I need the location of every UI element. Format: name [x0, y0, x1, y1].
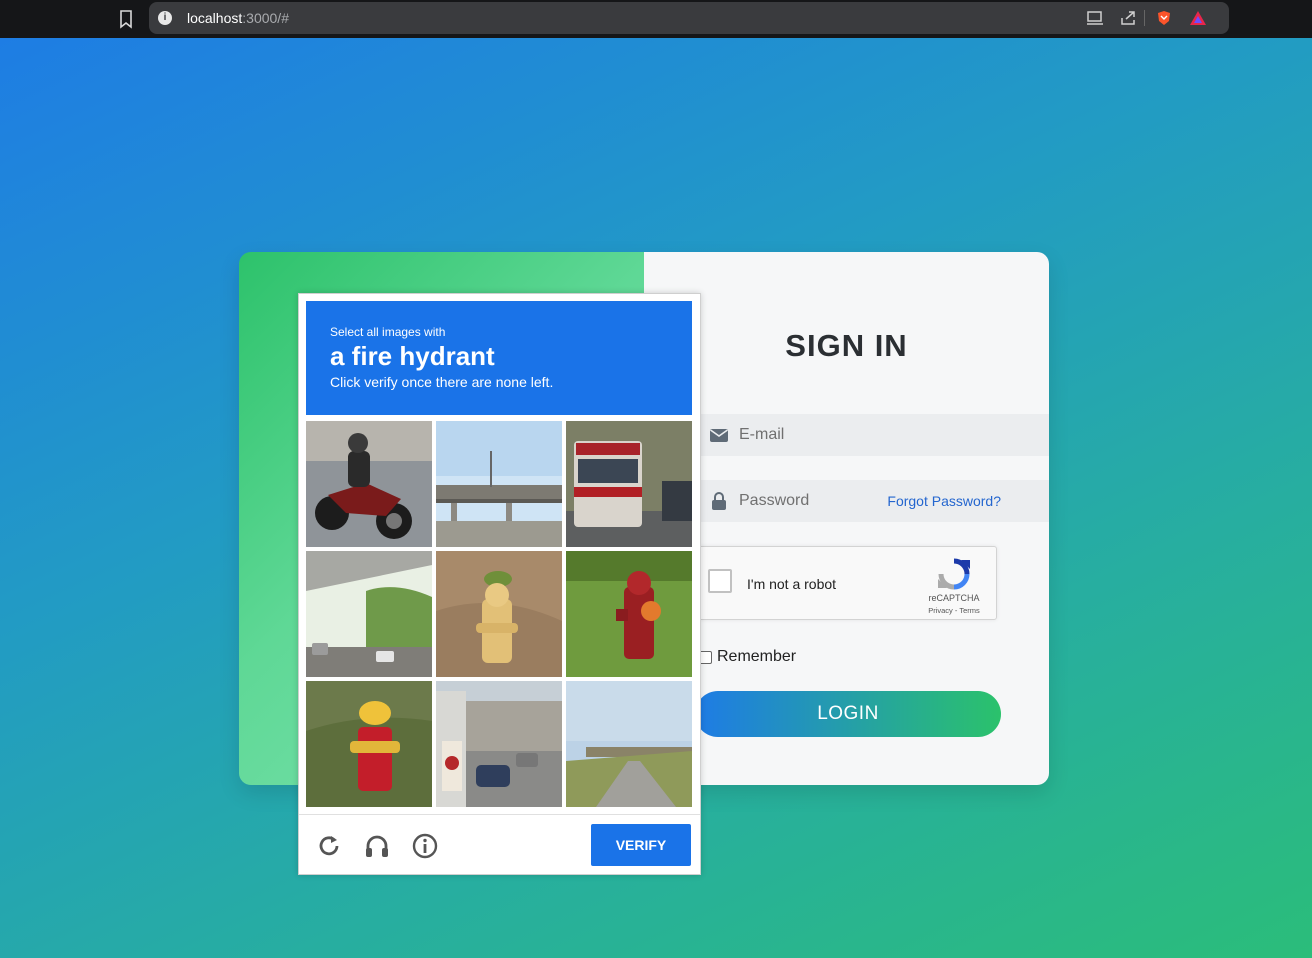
email-input[interactable] [739, 414, 1039, 456]
site-info-icon[interactable]: i [158, 11, 172, 25]
password-input[interactable] [739, 480, 879, 522]
challenge-target: a fire hydrant [330, 341, 495, 371]
share-icon[interactable] [1119, 10, 1137, 26]
login-button[interactable]: LOGIN [695, 691, 1001, 737]
url-path: :3000/# [242, 10, 289, 26]
recaptcha-label: I'm not a robot [747, 576, 837, 592]
info-icon[interactable] [411, 832, 439, 860]
remember-label[interactable]: Remember [717, 648, 796, 666]
tile-highway-trees[interactable] [306, 551, 432, 677]
audio-challenge-icon[interactable] [363, 832, 391, 860]
recaptcha-brand: reCAPTCHA [928, 593, 980, 603]
sign-in-panel: SIGN IN Forgot Password? I'm not a robot [644, 252, 1049, 785]
tile-motorcycle[interactable] [306, 421, 432, 547]
recaptcha-logo-icon [938, 558, 970, 590]
challenge-image-grid [306, 421, 692, 807]
bookmark-icon[interactable] [117, 9, 135, 29]
challenge-header: Select all images with a fire hydrant Cl… [306, 301, 692, 415]
cast-icon[interactable] [1086, 10, 1104, 26]
captcha-challenge-popup: Select all images with a fire hydrant Cl… [298, 293, 701, 875]
browser-toolbar: i localhost:3000/# [0, 0, 1312, 38]
envelope-icon [710, 429, 728, 442]
challenge-hint: Click verify once there are none left. [330, 374, 554, 390]
lock-icon [712, 492, 726, 510]
page-title: SIGN IN [785, 328, 908, 363]
brave-rewards-icon[interactable] [1189, 10, 1207, 26]
brave-shield-icon[interactable] [1155, 10, 1173, 26]
address-bar[interactable]: i localhost:3000/# [149, 2, 1229, 34]
challenge-instruction: Select all images with [330, 325, 446, 339]
verify-button[interactable]: VERIFY [591, 824, 691, 866]
tile-red-fire-hydrant[interactable] [566, 551, 692, 677]
forgot-password-link[interactable]: Forgot Password? [887, 493, 1001, 509]
recaptcha-terms-link[interactable]: Privacy - Terms [914, 606, 994, 615]
tile-overpass[interactable] [436, 421, 562, 547]
url-host: localhost [187, 10, 243, 26]
tile-street-cars[interactable] [436, 681, 562, 807]
email-field[interactable] [699, 414, 1049, 456]
recaptcha-widget: I'm not a robot reCAPTCHA Privacy - Term… [697, 546, 997, 620]
reload-icon[interactable] [315, 832, 343, 860]
tile-red-yellow-fire-hydrant[interactable] [306, 681, 432, 807]
password-field[interactable]: Forgot Password? [699, 480, 1049, 522]
challenge-footer-divider [299, 814, 700, 815]
url-text[interactable]: localhost:3000/# [187, 10, 289, 26]
tile-bridge-road[interactable] [566, 681, 692, 807]
recaptcha-checkbox[interactable] [708, 569, 732, 593]
tile-bus[interactable] [566, 421, 692, 547]
toolbar-divider [1144, 10, 1145, 26]
tile-yellow-fire-hydrant[interactable] [436, 551, 562, 677]
